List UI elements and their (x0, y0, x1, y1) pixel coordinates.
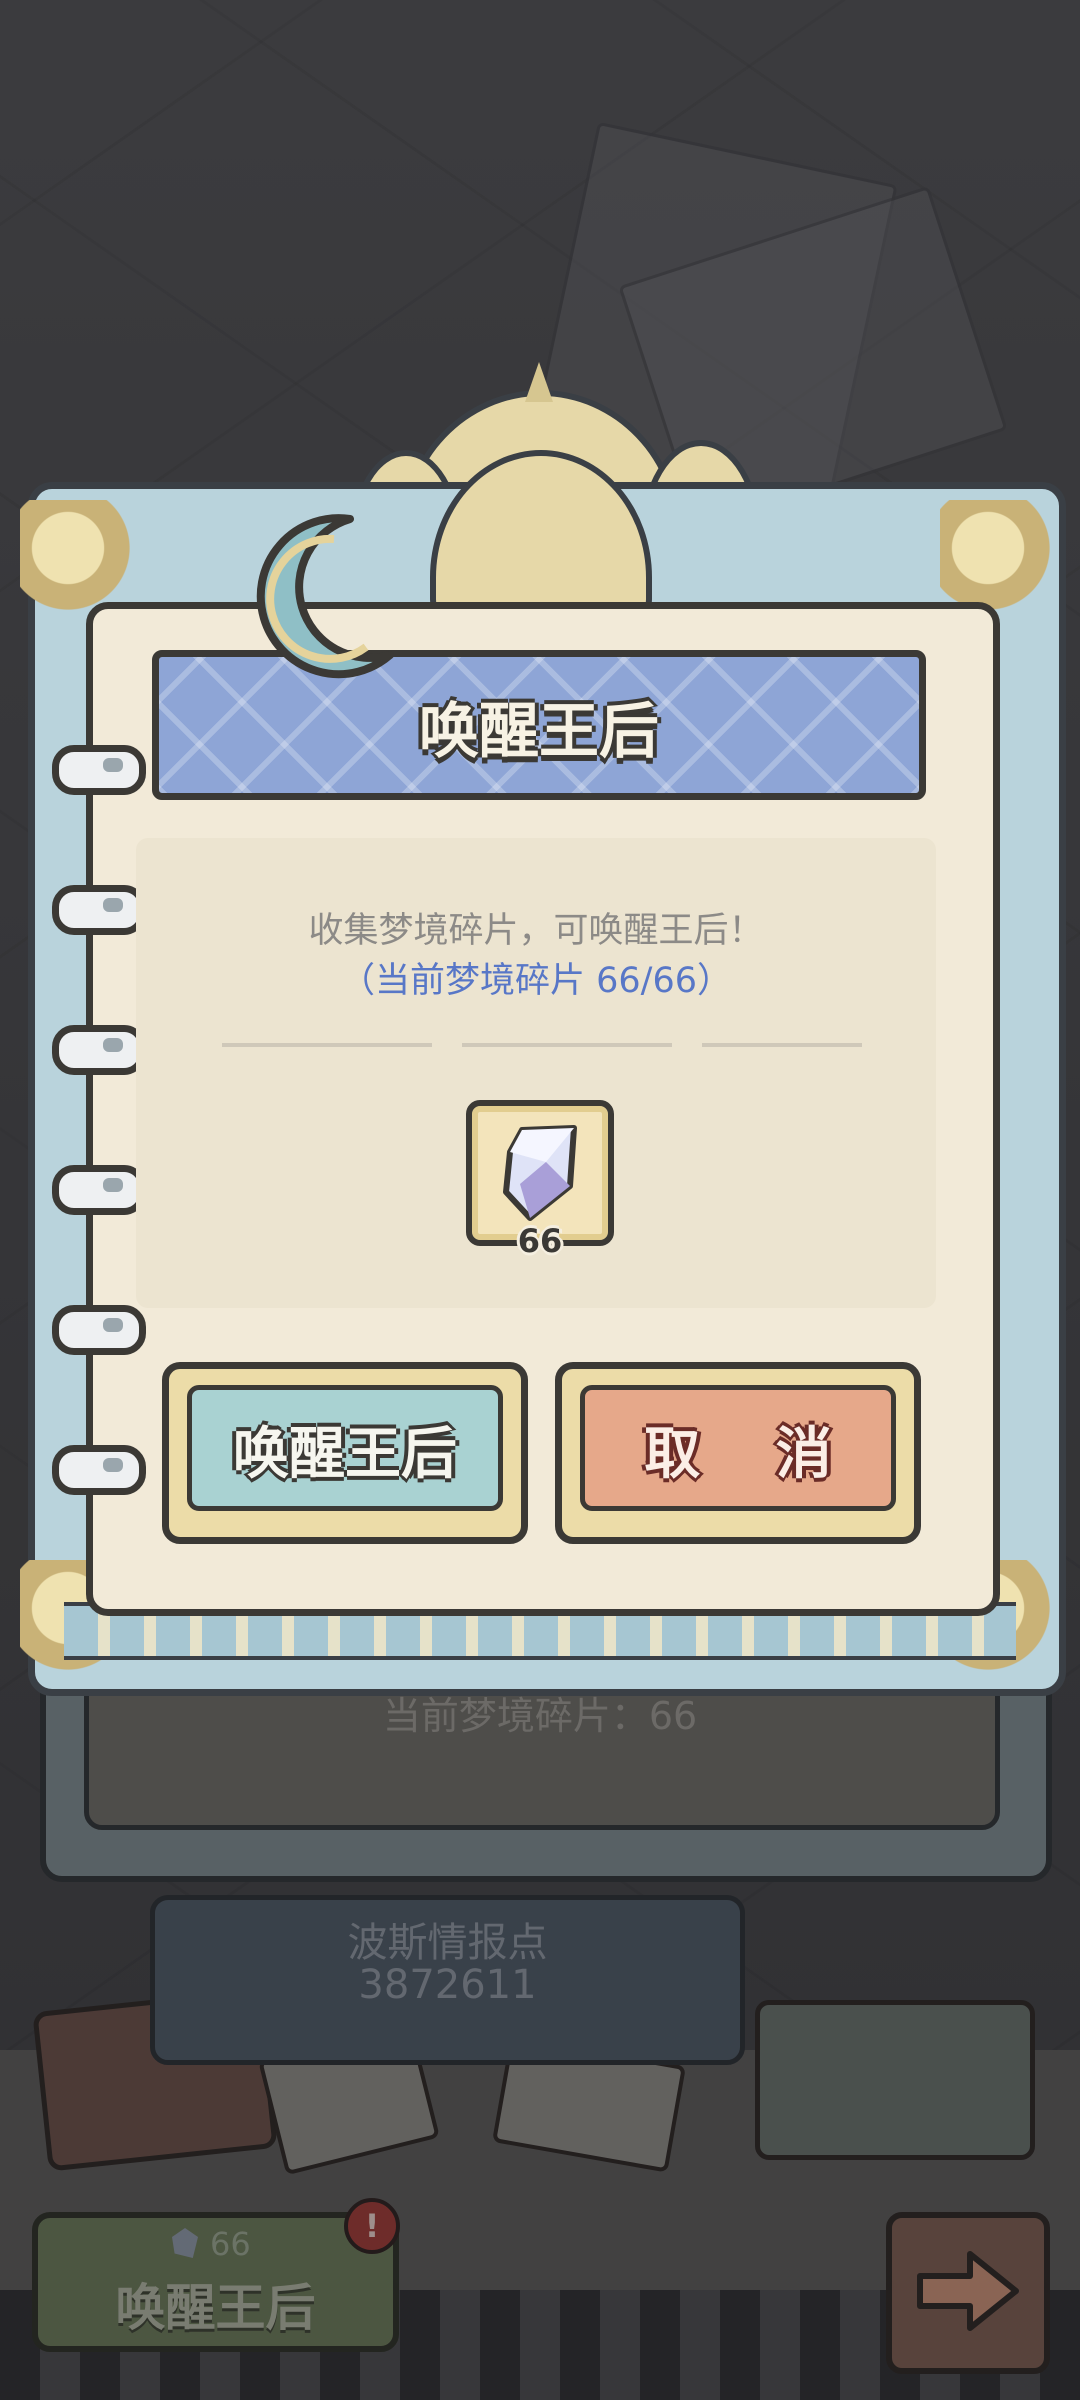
binder-ring (52, 1305, 146, 1355)
dialog-title: 唤醒王后 (419, 697, 659, 767)
dialog-description: 收集梦境碎片，可唤醒王后！ (308, 911, 764, 951)
item-count: 66 (517, 1222, 563, 1260)
binder-ring (52, 1165, 146, 1215)
cancel-button[interactable]: 取 消 (555, 1362, 921, 1544)
binder-ring (52, 745, 146, 795)
awaken-queen-button[interactable]: 唤醒王后 (162, 1362, 528, 1544)
crescent-moon-icon (256, 514, 394, 679)
dome-tip (525, 362, 553, 402)
cancel-label: 取 消 (644, 1422, 860, 1487)
binder-ring (52, 1445, 146, 1495)
binder-ring (52, 1025, 146, 1075)
awaken-queen-label: 唤醒王后 (233, 1422, 457, 1487)
binder-ring (52, 885, 146, 935)
divider (222, 1043, 862, 1047)
shard-progress: （当前梦境碎片 66/66） (340, 961, 732, 1001)
dream-shard-icon (503, 1125, 577, 1221)
